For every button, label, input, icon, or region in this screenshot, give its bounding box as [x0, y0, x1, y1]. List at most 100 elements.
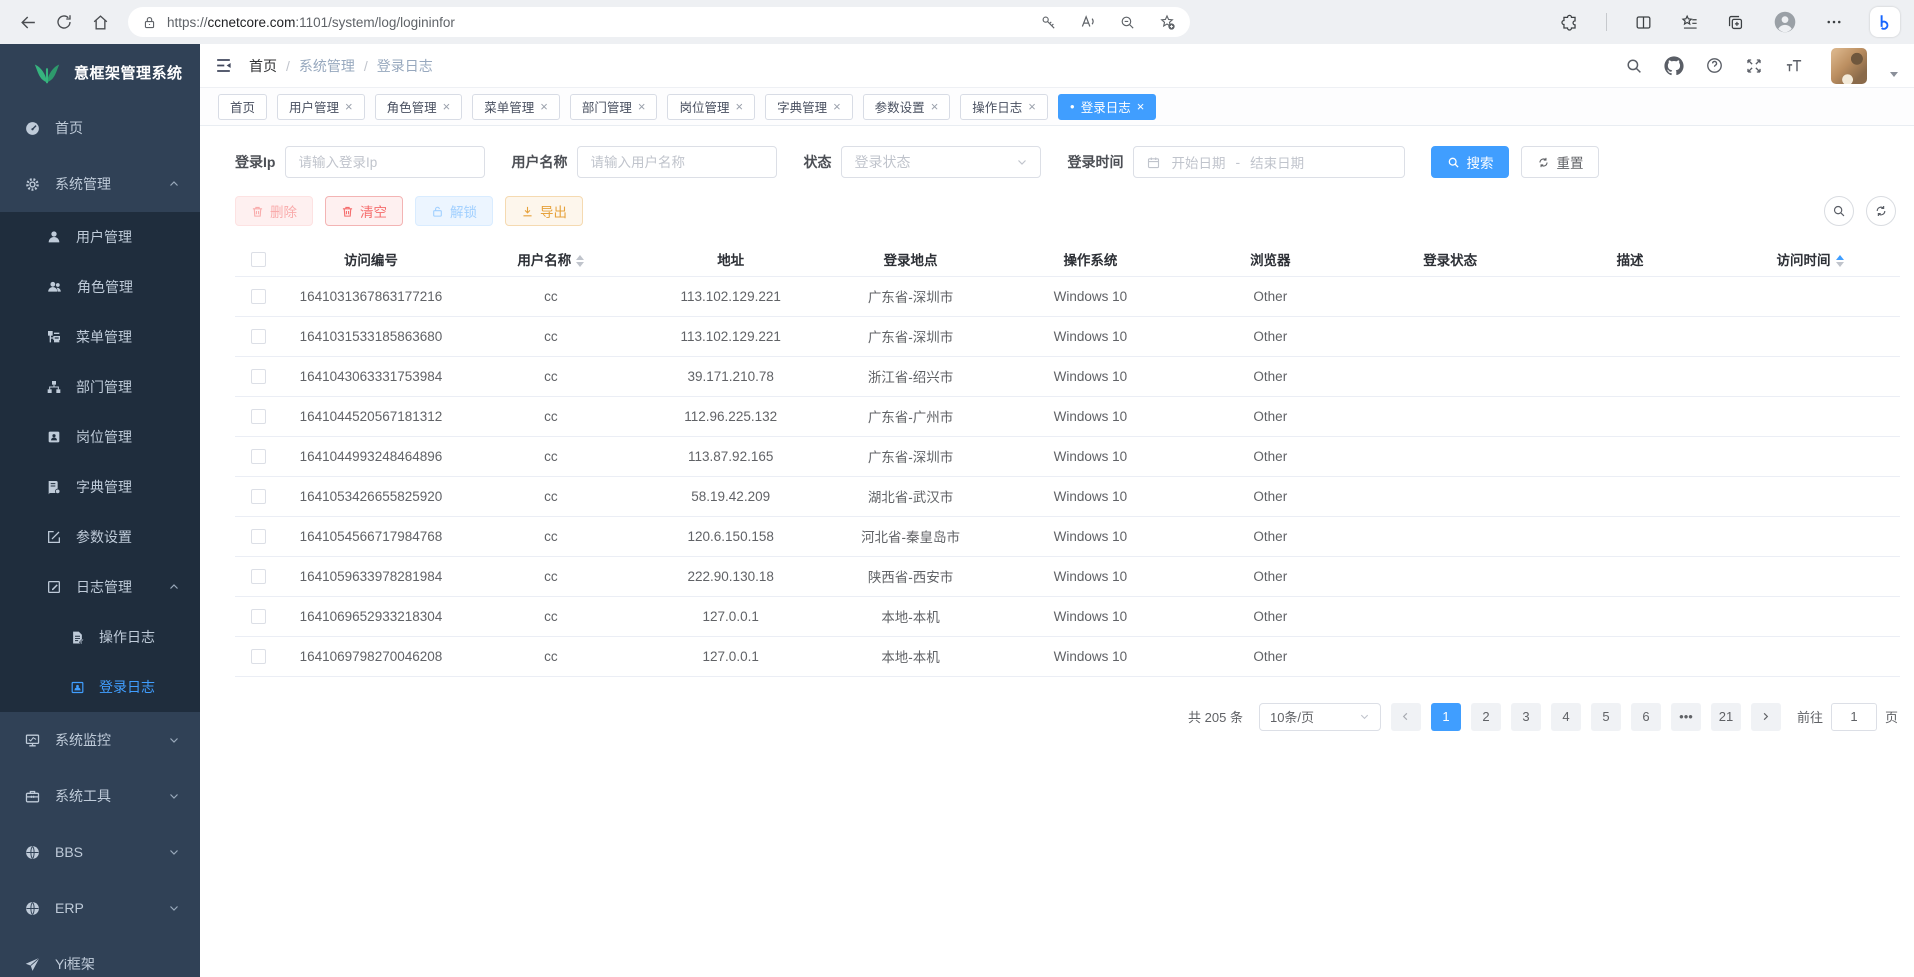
row-checkbox[interactable] — [251, 569, 266, 584]
collections-icon[interactable] — [1726, 13, 1745, 32]
goto-page-input[interactable] — [1831, 703, 1877, 731]
sort-carets-icon[interactable] — [576, 255, 584, 267]
help-icon[interactable] — [1705, 56, 1724, 75]
browser-refresh-button[interactable] — [46, 5, 82, 39]
row-checkbox[interactable] — [251, 289, 266, 304]
sidebar-item-home[interactable]: 首页 — [0, 100, 200, 156]
tab-dict-mgmt[interactable]: 字典管理× — [765, 94, 853, 120]
sidebar-item-yi-framework[interactable]: Yi框架 — [0, 936, 200, 977]
table-refresh-button[interactable] — [1866, 196, 1896, 226]
row-checkbox[interactable] — [251, 649, 266, 664]
bing-chat-button[interactable] — [1870, 7, 1900, 37]
profile-icon[interactable] — [1772, 9, 1798, 35]
sidebar-item-bbs[interactable]: BBS — [0, 824, 200, 880]
tab-close-icon[interactable]: × — [931, 99, 939, 114]
reset-button[interactable]: 重置 — [1521, 146, 1599, 178]
tab-menu-mgmt[interactable]: 菜单管理× — [472, 94, 560, 120]
row-checkbox[interactable] — [251, 529, 266, 544]
tab-user-mgmt[interactable]: 用户管理× — [277, 94, 365, 120]
url-bar[interactable]: https://ccnetcore.com:1101/system/log/lo… — [128, 7, 1190, 37]
tab-param-settings[interactable]: 参数设置× — [863, 94, 951, 120]
col-visit-time[interactable]: 访问时间 — [1720, 242, 1900, 276]
fullscreen-icon[interactable] — [1745, 57, 1763, 75]
tab-close-icon[interactable]: × — [638, 99, 646, 114]
browser-home-button[interactable] — [82, 5, 118, 39]
tab-close-icon[interactable]: × — [1137, 99, 1145, 114]
breadcrumb-home[interactable]: 首页 — [249, 56, 277, 76]
sidebar-item-user-mgmt[interactable]: 用户管理 — [0, 212, 200, 262]
table-search-toggle-button[interactable] — [1824, 196, 1854, 226]
page-button-3[interactable]: 3 — [1511, 703, 1541, 731]
sidebar-item-system[interactable]: 系统管理 — [0, 156, 200, 212]
tab-close-icon[interactable]: × — [735, 99, 743, 114]
page-button-21[interactable]: 21 — [1711, 703, 1741, 731]
tab-role-mgmt[interactable]: 角色管理× — [375, 94, 463, 120]
extensions-icon[interactable] — [1560, 13, 1579, 32]
favorites-bar-icon[interactable] — [1680, 13, 1699, 32]
next-page-button[interactable] — [1751, 703, 1781, 731]
browser-back-button[interactable] — [10, 5, 46, 39]
more-pages-button[interactable]: ••• — [1671, 703, 1701, 731]
read-aloud-icon[interactable] — [1079, 13, 1097, 31]
user-avatar[interactable] — [1831, 48, 1867, 84]
col-username[interactable]: 用户名称 — [461, 242, 641, 276]
tab-close-icon[interactable]: × — [833, 99, 841, 114]
row-checkbox[interactable] — [251, 609, 266, 624]
unlock-button[interactable]: 解锁 — [415, 196, 493, 226]
breadcrumb-system[interactable]: 系统管理 — [299, 56, 355, 76]
tab-login-log[interactable]: ●登录日志× — [1058, 94, 1156, 120]
sidebar-item-menu-mgmt[interactable]: 菜单管理 — [0, 312, 200, 362]
page-button-4[interactable]: 4 — [1551, 703, 1581, 731]
split-screen-icon[interactable] — [1634, 13, 1653, 32]
sidebar-item-operation-log[interactable]: 操作日志 — [0, 612, 200, 662]
search-icon[interactable] — [1625, 57, 1643, 75]
search-button[interactable]: 搜索 — [1431, 146, 1509, 178]
login-ip-input[interactable] — [298, 155, 472, 170]
tab-close-icon[interactable]: × — [1028, 99, 1036, 114]
tab-post-mgmt[interactable]: 岗位管理× — [667, 94, 755, 120]
username-input[interactable] — [590, 155, 764, 170]
avatar-caret-icon[interactable] — [1890, 72, 1898, 77]
sidebar-item-role-mgmt[interactable]: 角色管理 — [0, 262, 200, 312]
page-button-2[interactable]: 2 — [1471, 703, 1501, 731]
more-menu-icon[interactable] — [1825, 13, 1843, 31]
password-key-icon[interactable] — [1040, 14, 1057, 31]
row-checkbox[interactable] — [251, 409, 266, 424]
row-checkbox[interactable] — [251, 369, 266, 384]
github-icon[interactable] — [1664, 56, 1684, 76]
sidebar-item-dict-mgmt[interactable]: 字典管理 — [0, 462, 200, 512]
row-checkbox[interactable] — [251, 489, 266, 504]
sidebar-item-monitor[interactable]: 系统监控 — [0, 712, 200, 768]
prev-page-button[interactable] — [1391, 703, 1421, 731]
tab-dept-mgmt[interactable]: 部门管理× — [570, 94, 658, 120]
sort-carets-icon[interactable] — [1836, 255, 1844, 267]
tab-close-icon[interactable]: × — [443, 99, 451, 114]
export-button[interactable]: 导出 — [505, 196, 583, 226]
sidebar-collapse-button[interactable] — [214, 56, 233, 75]
sidebar-item-param-settings[interactable]: 参数设置 — [0, 512, 200, 562]
favorite-star-add-icon[interactable] — [1158, 13, 1176, 31]
status-select[interactable]: 登录状态 — [841, 146, 1041, 178]
tab-close-icon[interactable]: × — [345, 99, 353, 114]
sidebar-item-log-mgmt[interactable]: 日志管理 — [0, 562, 200, 612]
page-button-5[interactable]: 5 — [1591, 703, 1621, 731]
sidebar-item-post-mgmt[interactable]: 岗位管理 — [0, 412, 200, 462]
select-all-checkbox[interactable] — [251, 252, 266, 267]
sidebar-item-login-log[interactable]: 登录日志 — [0, 662, 200, 712]
tab-operation-log[interactable]: 操作日志× — [960, 94, 1048, 120]
row-checkbox[interactable] — [251, 449, 266, 464]
sidebar-item-erp[interactable]: ERP — [0, 880, 200, 936]
zoom-out-icon[interactable] — [1119, 14, 1136, 31]
clear-button[interactable]: 清空 — [325, 196, 403, 226]
tab-close-icon[interactable]: × — [540, 99, 548, 114]
row-checkbox[interactable] — [251, 329, 266, 344]
sidebar-item-tools[interactable]: 系统工具 — [0, 768, 200, 824]
date-range-picker[interactable]: 开始日期 - 结束日期 — [1133, 146, 1405, 178]
font-size-icon[interactable] — [1784, 57, 1804, 75]
sidebar-item-dept-mgmt[interactable]: 部门管理 — [0, 362, 200, 412]
page-button-1[interactable]: 1 — [1431, 703, 1461, 731]
delete-button[interactable]: 删除 — [235, 196, 313, 226]
page-size-select[interactable]: 10条/页 — [1259, 703, 1381, 731]
page-button-6[interactable]: 6 — [1631, 703, 1661, 731]
tab-home[interactable]: 首页 — [218, 94, 267, 120]
